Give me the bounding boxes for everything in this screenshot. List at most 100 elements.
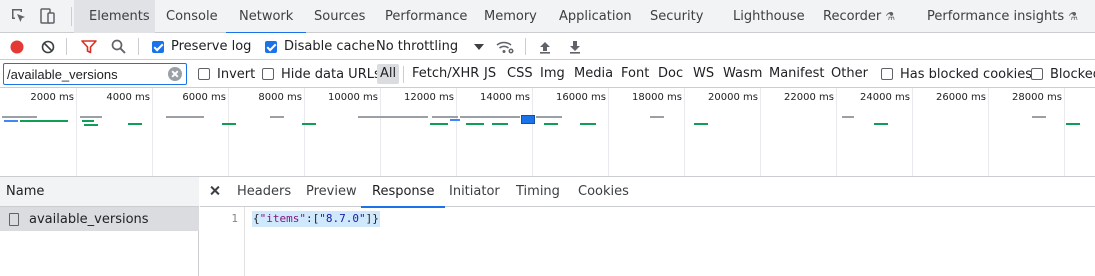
gridline (532, 88, 533, 176)
json-punctuation: :[ (305, 212, 320, 225)
tab-network[interactable]: Network (226, 0, 307, 34)
filter-input[interactable] (3, 63, 187, 85)
import-har-icon[interactable] (539, 33, 551, 60)
blocked-requests-check[interactable] (1031, 68, 1043, 80)
flask-icon: ⚗ (1068, 10, 1078, 23)
tab-elements[interactable]: Elements (74, 0, 155, 33)
request-bar (450, 119, 460, 121)
request-bar (82, 120, 94, 122)
disable-cache-checkbox[interactable]: Disable cache (265, 33, 375, 60)
tab-recorder[interactable]: Recorder ⚗ (823, 0, 895, 33)
request-list: Name available_versions (0, 177, 199, 276)
tab-timing[interactable]: Timing (514, 177, 562, 207)
time-tick: 14000 ms (480, 92, 530, 103)
time-tick: 20000 ms (708, 92, 758, 103)
request-name: available_versions (29, 211, 149, 227)
json-key: "items" (259, 212, 306, 225)
invert-check[interactable] (198, 68, 210, 80)
hide-data-urls-check[interactable] (262, 68, 274, 80)
request-bar (80, 116, 102, 118)
disable-cache-check[interactable] (265, 40, 277, 53)
tab-headers[interactable]: Headers (235, 177, 293, 207)
tab-sources[interactable]: Sources (314, 0, 365, 33)
type-filter-img[interactable]: Img (538, 64, 567, 84)
filter-icon[interactable] (81, 33, 97, 60)
tab-cookies[interactable]: Cookies (576, 177, 631, 207)
preserve-log-check[interactable] (152, 40, 164, 53)
time-tick: 26000 ms (936, 92, 986, 103)
time-tick: 6000 ms (182, 92, 226, 103)
file-icon (9, 212, 19, 226)
close-icon[interactable] (208, 184, 222, 198)
has-blocked-cookies-checkbox[interactable]: Has blocked cookies (881, 60, 1032, 88)
hide-data-urls-checkbox[interactable]: Hide data URLs (262, 60, 381, 88)
type-filter-ws[interactable]: WS (691, 64, 716, 84)
network-toolbar: Preserve log Disable cache No throttling (0, 33, 1095, 60)
tab-security[interactable]: Security (650, 0, 703, 33)
network-conditions-icon[interactable] (496, 33, 514, 60)
invert-checkbox[interactable]: Invert (198, 60, 255, 88)
toolbar-divider (71, 7, 72, 26)
gridline (456, 88, 457, 176)
type-filter-css[interactable]: CSS (505, 64, 535, 84)
response-viewer[interactable]: 1 {"items":["8.7.0"]} (200, 207, 1095, 276)
timeline-overview[interactable]: 2000 ms 4000 ms 6000 ms 8000 ms 10000 ms… (0, 88, 1095, 177)
tab-application[interactable]: Application (559, 0, 632, 33)
toolbar-divider (525, 38, 526, 55)
time-tick: 16000 ms (556, 92, 606, 103)
tab-console[interactable]: Console (166, 0, 218, 33)
type-filter-js[interactable]: JS (482, 64, 498, 84)
gridline (304, 88, 305, 176)
gridline (152, 88, 153, 176)
filter-bar: Invert Hide data URLs All Fetch/XHR JS C… (0, 60, 1095, 88)
tab-performance[interactable]: Performance (385, 0, 467, 33)
blocked-requests-checkbox[interactable]: Blocked (1031, 60, 1095, 88)
tab-initiator[interactable]: Initiator (447, 177, 502, 207)
type-filter-font[interactable]: Font (619, 64, 651, 84)
gridline (228, 88, 229, 176)
request-bar (1032, 116, 1046, 118)
request-bar (430, 123, 448, 125)
type-filter-manifest[interactable]: Manifest (767, 64, 826, 84)
type-filter-other[interactable]: Other (829, 64, 870, 84)
request-row[interactable]: available_versions (0, 207, 199, 231)
type-filter-fetch-xhr[interactable]: Fetch/XHR (410, 64, 481, 84)
tab-lighthouse[interactable]: Lighthouse (733, 0, 805, 33)
response-body[interactable]: {"items":["8.7.0"]} (252, 211, 380, 227)
name-column-header[interactable]: Name (0, 177, 199, 207)
time-tick: 28000 ms (1012, 92, 1062, 103)
has-blocked-cookies-check[interactable] (881, 68, 893, 80)
gridline (760, 88, 761, 176)
request-bar (166, 116, 204, 118)
gridline (608, 88, 609, 176)
time-tick: 4000 ms (106, 92, 150, 103)
record-icon[interactable] (10, 33, 24, 60)
inspect-element-icon[interactable] (9, 6, 29, 26)
json-value: "8.7.0" (319, 212, 366, 225)
line-number: 1 (231, 212, 238, 225)
request-bar (492, 123, 508, 125)
type-filter-wasm[interactable]: Wasm (721, 64, 764, 84)
flask-icon: ⚗ (885, 10, 896, 23)
time-tick: 2000 ms (30, 92, 74, 103)
tab-response[interactable]: Response (360, 177, 446, 208)
tab-preview[interactable]: Preview (304, 177, 359, 207)
request-bar (466, 123, 484, 125)
tab-performance-insights[interactable]: Performance insights ⚗ (927, 0, 1078, 33)
time-tick: 22000 ms (784, 92, 834, 103)
request-bar (84, 124, 98, 126)
throttling-select[interactable]: No throttling (376, 33, 485, 60)
overview-selection-marker[interactable] (521, 115, 535, 124)
search-icon[interactable] (111, 33, 126, 60)
tab-memory[interactable]: Memory (484, 0, 537, 33)
device-toolbar-icon[interactable] (37, 6, 57, 26)
type-filter-media[interactable]: Media (572, 64, 615, 84)
request-bar (4, 120, 18, 122)
export-har-icon[interactable] (569, 33, 581, 60)
clear-icon[interactable] (41, 33, 55, 60)
preserve-log-checkbox[interactable]: Preserve log (152, 33, 251, 60)
type-filter-all[interactable]: All (377, 64, 400, 84)
request-bar (20, 120, 68, 122)
clear-filter-icon[interactable] (168, 67, 182, 81)
type-filter-doc[interactable]: Doc (656, 64, 685, 84)
